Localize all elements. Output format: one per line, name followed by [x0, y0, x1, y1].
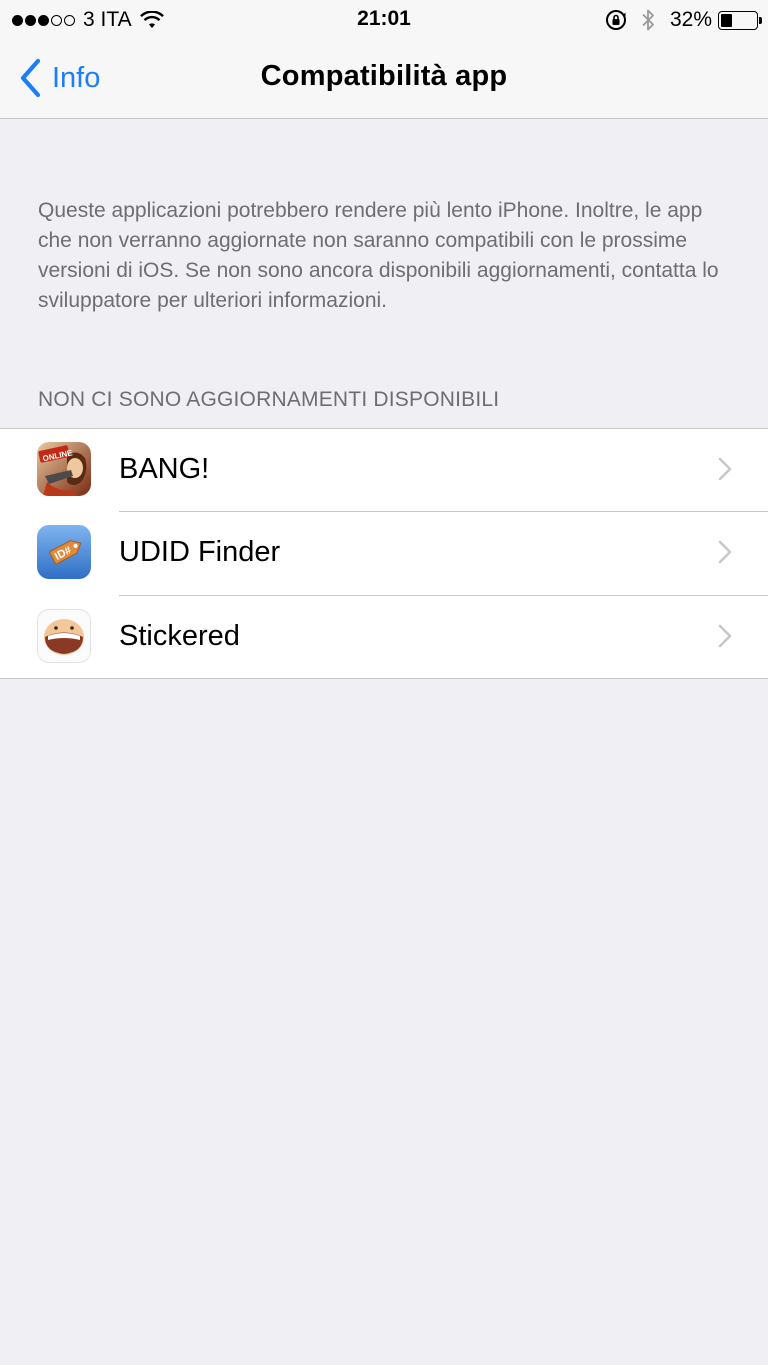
- battery-icon: [718, 10, 762, 30]
- bluetooth-icon: [642, 9, 654, 31]
- chevron-right-icon: [718, 540, 732, 564]
- description-text: Queste applicazioni potrebbero rendere p…: [38, 199, 719, 312]
- stickered-app-icon: [37, 609, 91, 663]
- udid-finder-app-icon: ID#: [37, 525, 91, 579]
- list-item-stickered[interactable]: Stickered: [0, 596, 768, 679]
- chevron-right-icon: [718, 624, 732, 648]
- section-header: NON CI SONO AGGIORNAMENTI DISPONIBILI: [38, 388, 500, 411]
- battery-percent: 32%: [669, 8, 712, 31]
- app-name: UDID Finder: [119, 536, 281, 568]
- navigation-bar: Info Compatibilità app: [0, 40, 768, 119]
- page-title: Compatibilità app: [260, 60, 508, 92]
- bang-app-icon: ONLINE: [37, 442, 91, 496]
- orientation-lock-icon: [605, 10, 626, 30]
- app-name: Stickered: [119, 620, 240, 652]
- app-name: BANG!: [119, 453, 210, 485]
- status-bar-right: 32%: [604, 7, 762, 33]
- list-item-bang[interactable]: ONLINE BANG!: [0, 429, 768, 512]
- app-list: ONLINE BANG! ID# UDID Finder Stickered: [0, 428, 768, 679]
- battery-level-fill: [721, 13, 732, 27]
- status-bar: 3 ITA 21:01 32%: [0, 0, 768, 40]
- chevron-right-icon: [718, 457, 732, 481]
- list-item-udid-finder[interactable]: ID# UDID Finder: [0, 512, 768, 595]
- battery-tip: [759, 16, 762, 24]
